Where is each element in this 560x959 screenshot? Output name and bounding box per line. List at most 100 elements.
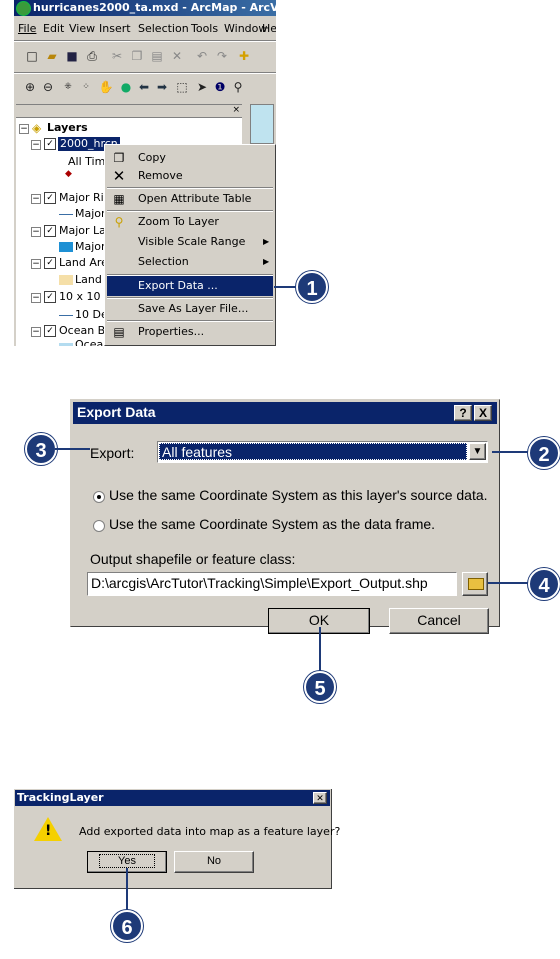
help-button[interactable]: ? (454, 405, 472, 421)
layer-collapse-icon[interactable]: − (31, 227, 41, 237)
fixed-zoom-out-icon[interactable]: ⁘ (78, 79, 94, 95)
output-label: Output shapefile or feature class: (90, 551, 296, 567)
zoom-to-layer-icon: ⚲ (114, 215, 124, 229)
menu-view[interactable]: View (69, 22, 95, 35)
callout-line (126, 868, 128, 912)
identify-icon[interactable]: ❶ (212, 79, 228, 95)
select-elements-icon[interactable]: ➤ (194, 79, 210, 95)
dropdown-arrow-icon[interactable]: ▼ (469, 443, 486, 460)
menu-remove[interactable]: ✕ Remove (105, 166, 275, 186)
menu-edit[interactable]: Edit (43, 22, 64, 35)
back-icon[interactable]: ⬅ (136, 79, 152, 95)
print-icon[interactable]: ⎙ (84, 48, 100, 64)
layer-checkbox[interactable]: ✓ (44, 291, 56, 303)
full-extent-icon[interactable]: ● (118, 79, 134, 95)
browse-folder-button[interactable] (462, 572, 488, 596)
add-data-icon[interactable]: ✚ (236, 48, 252, 64)
callout-4: 4 (528, 568, 560, 600)
undo-icon[interactable]: ↶ (194, 48, 210, 64)
forward-icon[interactable]: ➡ (154, 79, 170, 95)
copy-icon[interactable]: ❐ (129, 48, 145, 64)
table-icon: ▦ (113, 192, 125, 206)
radio-data-frame[interactable] (93, 520, 105, 532)
tracking-dialog-title-bar[interactable]: TrackingLayer ✕ (15, 790, 330, 806)
layer-collapse-icon[interactable]: − (31, 327, 41, 337)
standard-toolbar: □ ▰ ■ ⎙ ✂ ❐ ▤ ✕ ↶ ↷ ✚ (14, 44, 276, 68)
cancel-button[interactable]: Cancel (389, 608, 489, 634)
callout-line (319, 627, 321, 673)
close-button[interactable]: ✕ (313, 792, 327, 804)
paste-icon[interactable]: ▤ (149, 48, 165, 64)
export-data-dialog: Export Data ? X Export: All features ▼ U… (70, 399, 500, 634)
new-icon[interactable]: □ (24, 48, 40, 64)
redo-icon[interactable]: ↷ (214, 48, 230, 64)
layer-checkbox[interactable]: ✓ (44, 325, 56, 337)
no-button[interactable]: No (174, 851, 254, 873)
layer-collapse-icon[interactable]: − (31, 259, 41, 269)
close-button[interactable]: X (474, 405, 492, 421)
export-select-value: All features (159, 443, 467, 460)
menu-export-data[interactable]: Export Data ... (107, 276, 273, 296)
tracking-message: Add exported data into map as a feature … (79, 825, 341, 838)
arcmap-title: hurricanes2000_ta.mxd - ArcMap - ArcView (33, 1, 276, 14)
menu-open-attribute-table[interactable]: ▦ Open Attribute Table (105, 189, 275, 209)
radio-source-data[interactable] (93, 491, 105, 503)
open-icon[interactable]: ▰ (44, 48, 60, 64)
menu-help[interactable]: Help (262, 22, 276, 35)
callout-1: 1 (296, 271, 328, 303)
menu-file[interactable]: File (18, 22, 36, 35)
menu-selection[interactable]: Selection ▶ (105, 252, 275, 272)
select-features-icon[interactable]: ⬚ (174, 79, 190, 95)
point-symbol-icon: ◆ (65, 169, 72, 179)
menu-insert[interactable]: Insert (99, 22, 131, 35)
output-path-field[interactable]: D:\arcgis\ArcTutor\Tracking\Simple\Expor… (87, 572, 457, 596)
layer-collapse-icon[interactable]: − (31, 140, 41, 150)
menu-window[interactable]: Window (224, 22, 267, 35)
menu-copy[interactable]: ❐ Copy (105, 148, 275, 168)
layers-collapse-icon[interactable]: − (19, 124, 29, 134)
export-dialog-title-bar[interactable]: Export Data ? X (73, 402, 497, 424)
callout-2: 2 (528, 437, 560, 469)
find-icon[interactable]: ⚲ (230, 79, 246, 95)
arcmap-title-bar[interactable]: hurricanes2000_ta.mxd - ArcMap - ArcView (14, 0, 276, 16)
properties-icon: ▤ (113, 325, 125, 339)
remove-icon: ✕ (112, 167, 126, 185)
menu-tools[interactable]: Tools (191, 22, 218, 35)
line-symbol-icon (59, 315, 73, 316)
menu-bar: File Edit View Insert Selection Tools Wi… (14, 20, 276, 38)
menu-save-as-layer-file[interactable]: Save As Layer File... (105, 299, 275, 319)
layers-root[interactable]: Layers (47, 121, 88, 134)
toc-close-icon[interactable]: × (232, 105, 240, 115)
layer-collapse-icon[interactable]: − (31, 194, 41, 204)
callout-6: 6 (111, 910, 143, 942)
pan-icon[interactable]: ✋ (98, 79, 114, 95)
line-symbol-icon (59, 214, 73, 215)
tools-toolbar: ⊕ ⊖ ⁜ ⁘ ✋ ● ⬅ ➡ ⬚ ➤ ❶ ⚲ (14, 76, 276, 98)
context-menu: ❐ Copy ✕ Remove ▦ Open Attribute Table ⚲… (104, 144, 276, 346)
fill-symbol-icon (59, 343, 73, 346)
save-icon[interactable]: ■ (64, 48, 80, 64)
menu-zoom-to-layer[interactable]: ⚲ Zoom To Layer (105, 212, 275, 232)
export-label: Export: (90, 445, 135, 461)
delete-icon[interactable]: ✕ (169, 48, 185, 64)
radio-data-frame-label[interactable]: Use the same Coordinate System as the da… (109, 516, 435, 532)
fixed-zoom-in-icon[interactable]: ⁜ (60, 79, 76, 95)
layer-checkbox[interactable]: ✓ (44, 225, 56, 237)
layer-checkbox[interactable]: ✓ (44, 192, 56, 204)
open-folder-icon (468, 578, 484, 590)
tracking-dialog-title: TrackingLayer (17, 791, 104, 804)
menu-properties[interactable]: ▤ Properties... (105, 322, 275, 342)
submenu-arrow-icon: ▶ (263, 237, 270, 246)
cut-icon[interactable]: ✂ (109, 48, 125, 64)
copy-icon: ❐ (113, 151, 125, 165)
layer-checkbox[interactable]: ✓ (44, 138, 56, 150)
export-select[interactable]: All features ▼ (157, 441, 488, 463)
zoom-out-icon[interactable]: ⊖ (40, 79, 56, 95)
menu-visible-scale-range[interactable]: Visible Scale Range ▶ (105, 232, 275, 252)
layer-collapse-icon[interactable]: − (31, 293, 41, 303)
layer-checkbox[interactable]: ✓ (44, 257, 56, 269)
zoom-in-icon[interactable]: ⊕ (22, 79, 38, 95)
menu-selection[interactable]: Selection (138, 22, 189, 35)
submenu-arrow-icon: ▶ (263, 257, 270, 266)
radio-source-data-label[interactable]: Use the same Coordinate System as this l… (109, 487, 488, 503)
